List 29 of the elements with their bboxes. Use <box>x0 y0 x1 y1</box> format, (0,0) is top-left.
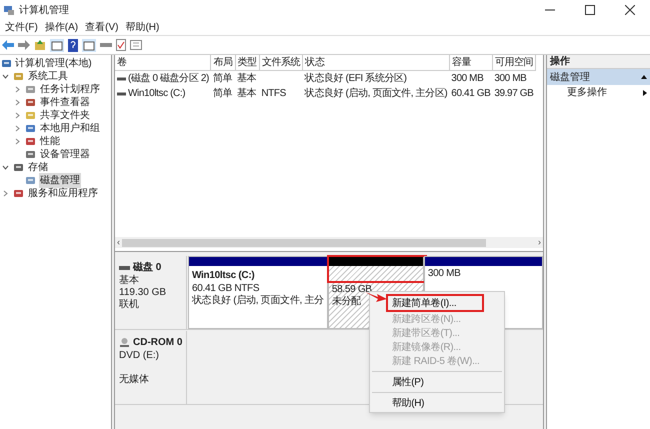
table-cell: 300 MB <box>492 70 536 86</box>
disk-info: DVD (E:) <box>119 350 159 362</box>
table-cell-text: 状态良好 (启动, 页面文件, 主分区) <box>304 86 448 101</box>
table-cell-text: 简单 <box>212 86 234 101</box>
window-title: 计算机管理 <box>19 4 69 18</box>
disk-name: CD-ROM 0 <box>133 336 182 350</box>
table-cell-text: 60.41 GB <box>450 87 492 101</box>
table-cell: 基本 <box>235 70 260 86</box>
table-cell-text: 基本 <box>236 86 258 101</box>
disk-info: 119.30 GB <box>119 287 166 298</box>
partition-title: Win10ltsc (C:) <box>192 269 254 283</box>
partition-info: 未分配 <box>332 296 361 308</box>
actions-section-title: 磁盘管理 <box>550 70 590 84</box>
partition-info: 状态良好 (启动, 页面文件, 主分 <box>192 295 324 307</box>
partition-info: 60.41 GB NTFS <box>192 283 260 294</box>
volume-cell: Win10ltsc (C:) <box>115 86 211 101</box>
table-cell-text: NTFS <box>260 87 287 101</box>
disk-info: 无媒体 <box>119 374 149 386</box>
table-cell: 300 MB <box>449 70 492 86</box>
table-cell: 状态良好 (EFI 系统分区) <box>302 70 450 86</box>
disk-info: 基本 <box>119 275 139 287</box>
actions-header: 操作 <box>547 55 650 69</box>
table-cell-text: 39.97 GB <box>493 87 534 101</box>
partition-info: 58.59 GB <box>332 284 372 296</box>
disk-info: 联机 <box>119 299 139 311</box>
table-cell: 简单 <box>210 70 236 86</box>
volume-cell: (磁盘 0 磁盘分区 2) <box>115 70 211 86</box>
partition-info: 300 MB <box>428 268 460 280</box>
disk-name: 磁盘 0 <box>133 260 162 274</box>
